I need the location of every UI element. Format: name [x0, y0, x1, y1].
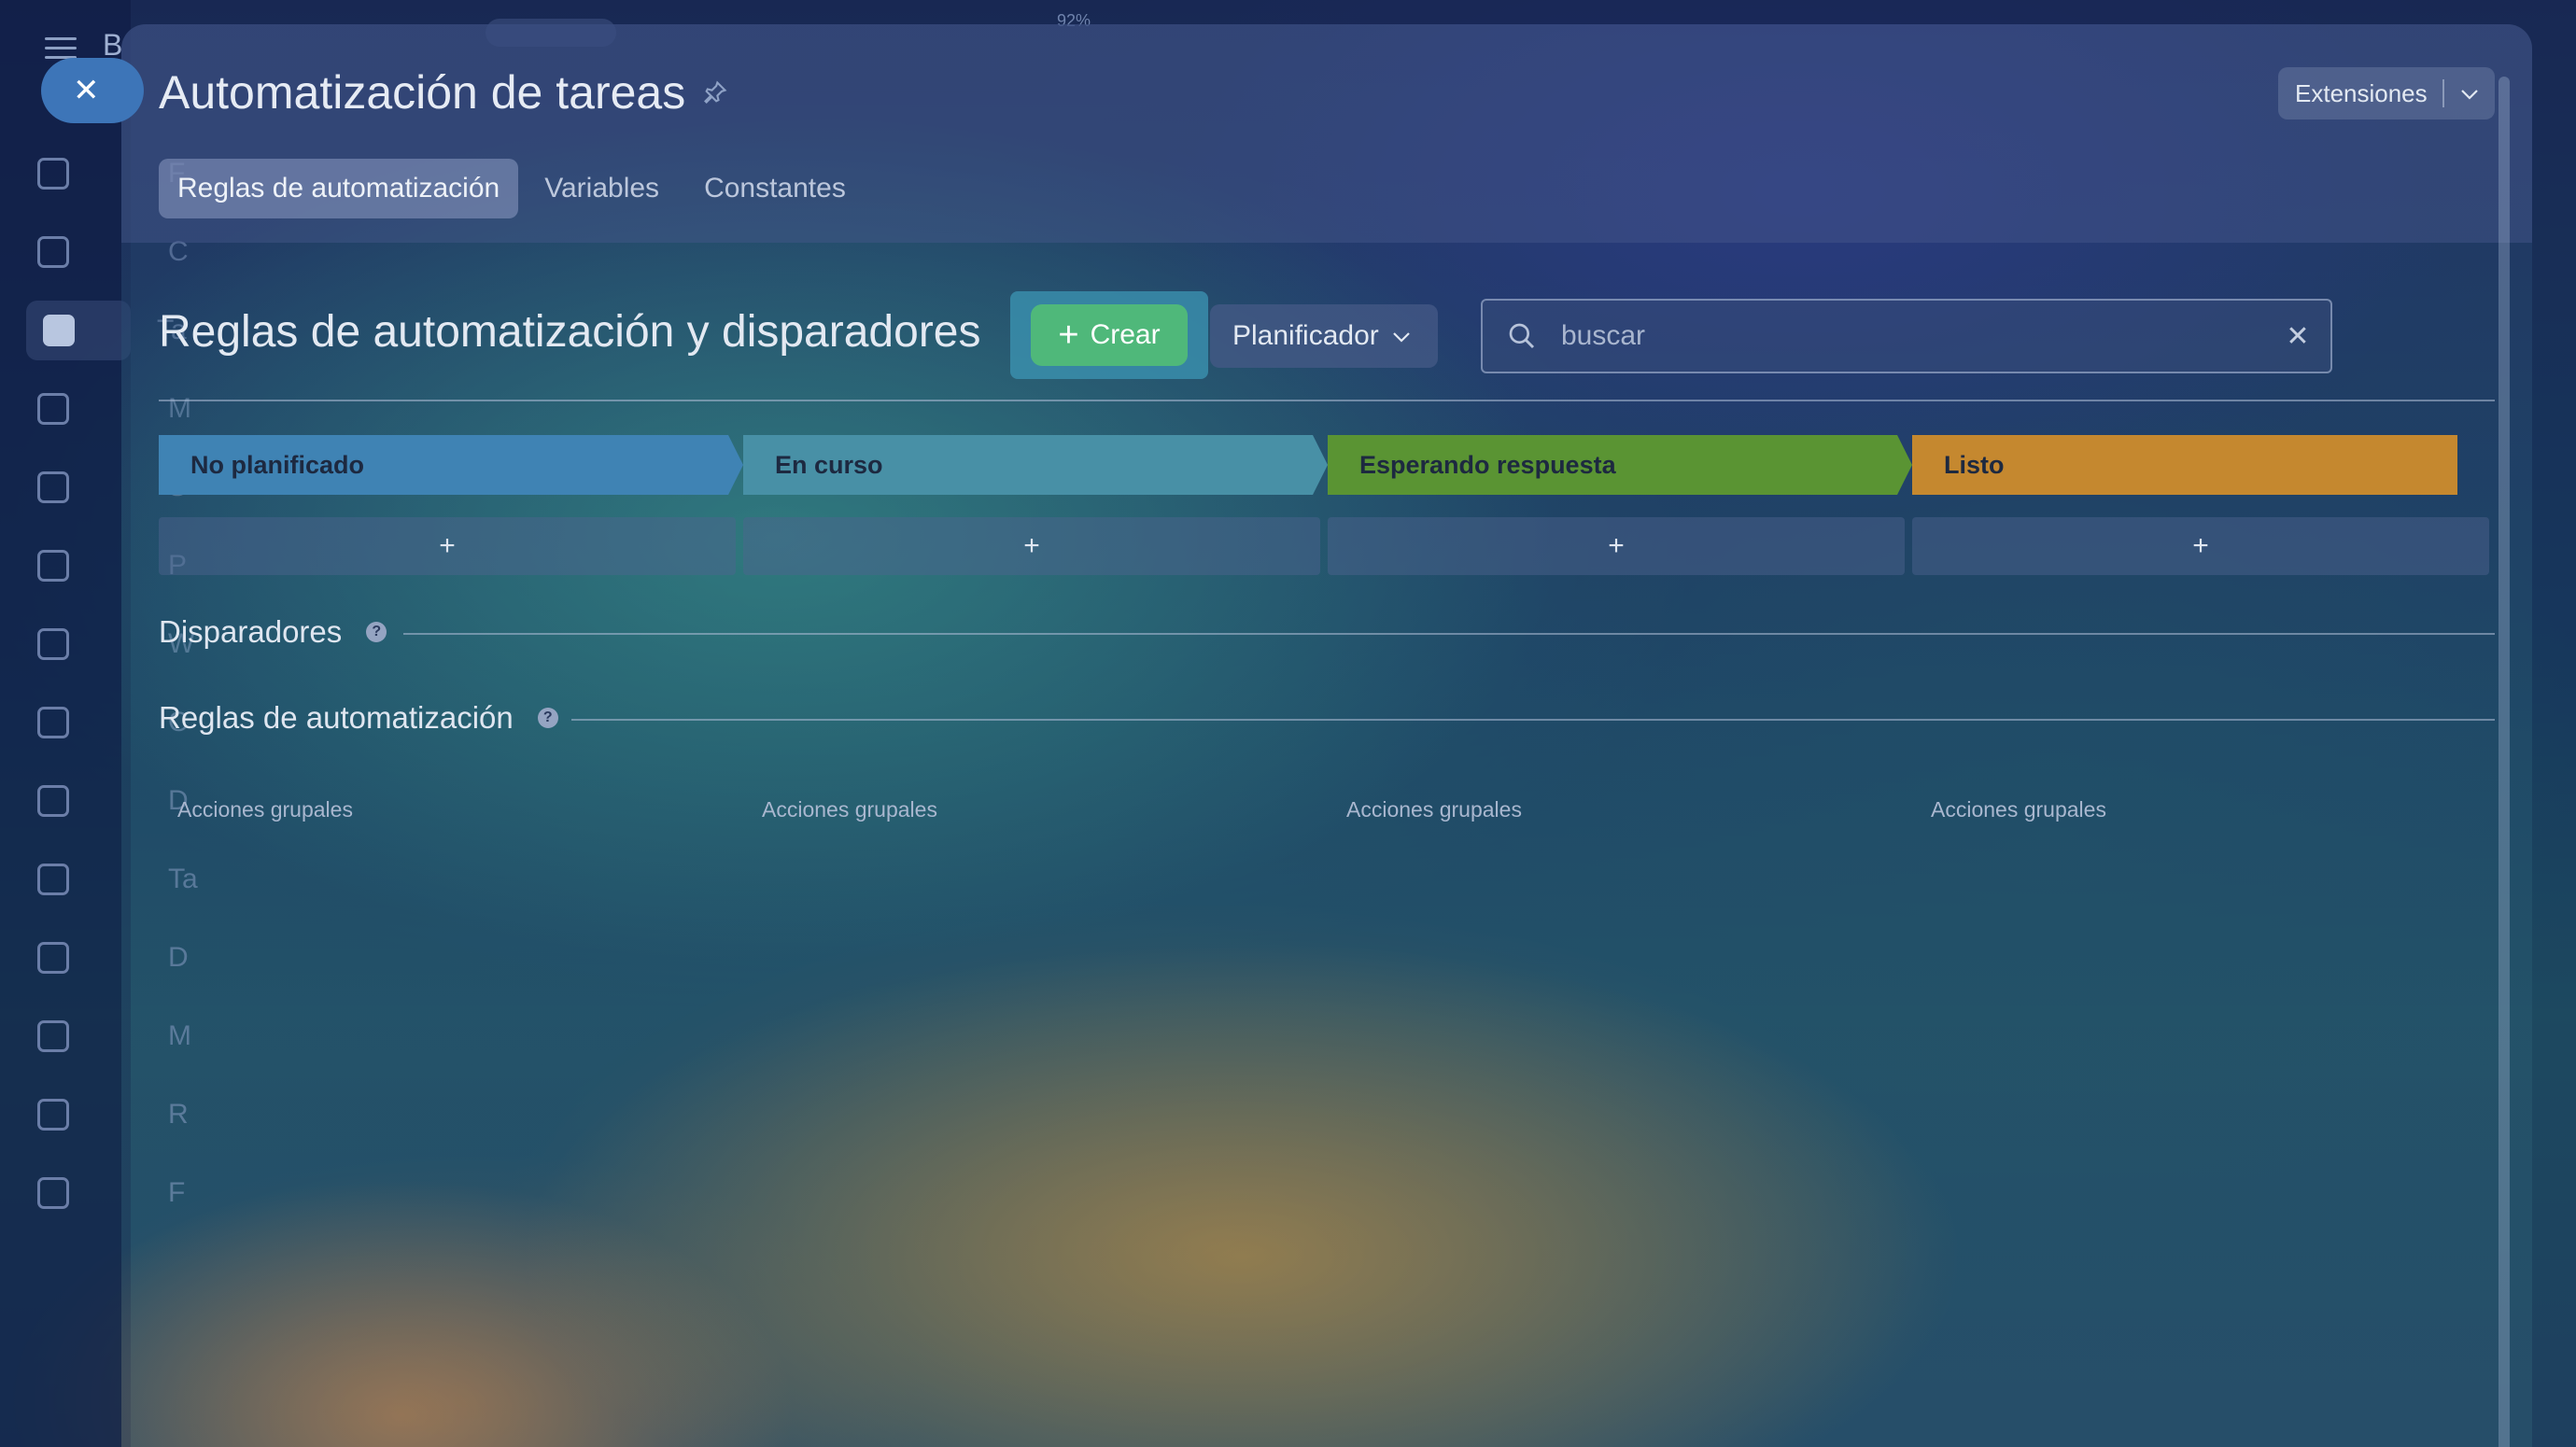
- search-input[interactable]: [1561, 320, 2265, 352]
- extensions-button[interactable]: Extensiones: [2278, 67, 2495, 119]
- chat-icon: [37, 393, 69, 425]
- card-icon: [37, 942, 69, 974]
- checkbox-icon: [43, 315, 75, 346]
- stage-in-progress: En curso: [743, 435, 1328, 495]
- sidebar-item-14[interactable]: F: [37, 1173, 185, 1214]
- group-actions-link-1[interactable]: Acciones grupales: [177, 797, 353, 822]
- sidebar-item-tasks[interactable]: Ta: [26, 301, 187, 360]
- page-title: Automatización de tareas: [159, 65, 728, 119]
- close-icon: ✕: [73, 73, 100, 108]
- sidebar-item-10[interactable]: Ta: [37, 859, 198, 900]
- mail-icon: [37, 628, 69, 660]
- doc-small-icon: [37, 1177, 69, 1209]
- header-divider: [159, 400, 2495, 401]
- sidebar-item-1[interactable]: F: [37, 153, 185, 194]
- sidebar-item-13[interactable]: R: [37, 1094, 189, 1135]
- sidebar-item-12[interactable]: M: [37, 1016, 191, 1057]
- stage-label: Esperando respuesta: [1359, 450, 1616, 479]
- group-actions-link-4[interactable]: Acciones grupales: [1931, 797, 2106, 822]
- document-icon: [37, 158, 69, 190]
- left-sidebar: B F C Ta M S P W C D Ta D M R F: [0, 0, 198, 1447]
- planner-label: Planificador: [1232, 320, 1379, 351]
- tab-variables[interactable]: Variables: [526, 159, 678, 218]
- create-button[interactable]: + Crear: [1031, 304, 1188, 366]
- chevron-down-icon[interactable]: [2444, 81, 2495, 105]
- sidebar-item-2[interactable]: C: [37, 232, 189, 273]
- clear-search-icon[interactable]: ✕: [2265, 320, 2330, 353]
- group-actions-link-3[interactable]: Acciones grupales: [1346, 797, 1522, 822]
- automation-panel: Automatización de tareas Extensiones Reg…: [121, 24, 2532, 1447]
- cart-icon: [37, 471, 69, 503]
- create-button-highlight: + Crear: [1010, 291, 1208, 379]
- vertical-scrollbar[interactable]: [2499, 77, 2510, 1447]
- panel-header: Automatización de tareas Extensiones Reg…: [121, 24, 2532, 243]
- stage-not-planned: No planificado: [159, 435, 743, 495]
- add-rule-button-2[interactable]: +: [743, 517, 1320, 575]
- triggers-label: Disparadores: [159, 614, 343, 649]
- rules-label: Reglas de automatización: [159, 700, 514, 735]
- triggers-section-title: Disparadores ?: [159, 614, 387, 650]
- group-actions-link-2[interactable]: Acciones grupales: [762, 797, 937, 822]
- tab-bar: Reglas de automatización Variables Const…: [159, 159, 872, 218]
- search-box: ✕: [1481, 299, 2332, 373]
- stage-label: No planificado: [190, 450, 365, 479]
- chevron-down-icon: [1392, 324, 1411, 348]
- planner-button[interactable]: Planificador: [1210, 304, 1438, 368]
- sidebar-item-5[interactable]: S: [37, 467, 187, 508]
- add-rule-button-4[interactable]: +: [1912, 517, 2489, 575]
- triggers-divider: [403, 633, 2495, 635]
- plus-icon: +: [1058, 316, 1079, 355]
- rules-section-title: Reglas de automatización ?: [159, 700, 558, 736]
- funnel-icon: [37, 236, 69, 268]
- rules-divider: [571, 719, 2495, 721]
- tab-constants[interactable]: Constantes: [685, 159, 865, 218]
- stage-done: Listo: [1912, 435, 2457, 495]
- help-icon[interactable]: ?: [366, 622, 387, 642]
- shield-icon: [37, 550, 69, 582]
- target-icon: [37, 1020, 69, 1052]
- sidebar-item-8[interactable]: C: [37, 702, 189, 743]
- sidebar-item-4[interactable]: M: [37, 388, 191, 429]
- search-icon: [1483, 321, 1561, 351]
- close-slider-button[interactable]: ✕: [41, 58, 144, 123]
- grid-icon: [37, 1099, 69, 1131]
- add-rule-button-1[interactable]: +: [159, 517, 736, 575]
- content-title: Reglas de automatización y disparadores: [159, 307, 981, 357]
- sidebar-item-6[interactable]: P: [37, 545, 187, 586]
- add-rule-button-3[interactable]: +: [1328, 517, 1905, 575]
- menu-icon[interactable]: [45, 37, 77, 60]
- calendar-icon: [37, 707, 69, 738]
- sidebar-item-9[interactable]: D: [37, 780, 189, 822]
- file-icon: [37, 785, 69, 817]
- pin-icon[interactable]: [702, 79, 728, 105]
- stage-label: En curso: [775, 450, 883, 479]
- help-icon[interactable]: ?: [537, 708, 558, 728]
- create-label: Crear: [1090, 319, 1161, 350]
- page-title-text: Automatización de tareas: [159, 66, 686, 119]
- stage-waiting-response: Esperando respuesta: [1328, 435, 1912, 495]
- tab-automation-rules[interactable]: Reglas de automatización: [159, 159, 519, 218]
- sidebar-item-7[interactable]: W: [37, 624, 194, 665]
- stage-label: Listo: [1944, 450, 2005, 479]
- sidebar-item-11[interactable]: D: [37, 937, 189, 978]
- extensions-label: Extensiones: [2278, 79, 2444, 107]
- table-icon: [37, 864, 69, 895]
